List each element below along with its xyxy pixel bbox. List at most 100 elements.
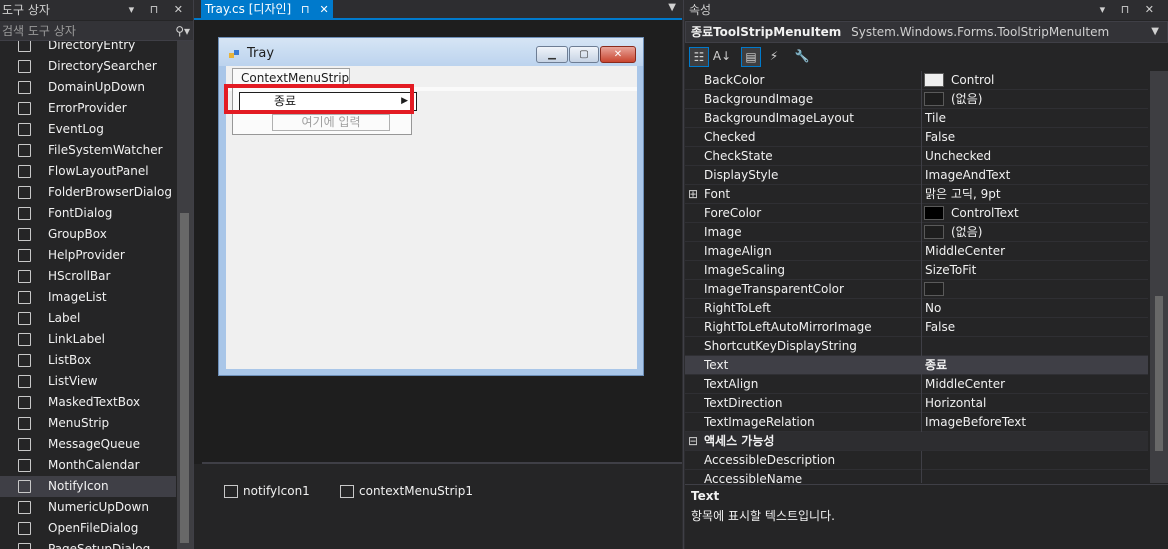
property-row[interactable]: Checked False bbox=[685, 128, 1148, 147]
events-icon[interactable]: ⚡ bbox=[764, 47, 784, 67]
property-value[interactable] bbox=[921, 337, 1148, 356]
toolbox-item[interactable]: OpenFileDialog bbox=[0, 518, 176, 539]
property-value[interactable]: 종료 bbox=[921, 356, 1148, 375]
toolbox-item[interactable]: FontDialog bbox=[0, 203, 176, 224]
properties-window-controls[interactable]: ▾ ⊓ ✕ bbox=[1100, 0, 1160, 20]
type-here-input[interactable]: 여기에 입력 bbox=[272, 114, 390, 131]
toolbox-item[interactable]: MaskedTextBox bbox=[0, 392, 176, 413]
chevron-down-icon[interactable]: ▼ bbox=[1151, 22, 1159, 42]
tab-label: Tray.cs [디자인] bbox=[205, 2, 292, 16]
maximize-button[interactable]: ▢ bbox=[569, 46, 599, 63]
toolbox-item[interactable]: MonthCalendar bbox=[0, 455, 176, 476]
property-value[interactable]: Control bbox=[921, 71, 1148, 90]
property-value[interactable] bbox=[921, 280, 1148, 299]
property-value[interactable]: ImageBeforeText bbox=[921, 413, 1148, 432]
property-value[interactable]: (없음) bbox=[921, 90, 1148, 109]
property-row[interactable]: TextAlign MiddleCenter bbox=[685, 375, 1148, 394]
toolbox-item[interactable]: EventLog bbox=[0, 119, 176, 140]
property-value[interactable]: (없음) bbox=[921, 223, 1148, 242]
chevron-down-icon[interactable]: ▼ bbox=[668, 2, 676, 13]
toolbox-item[interactable]: ImageList bbox=[0, 287, 176, 308]
property-row[interactable]: DisplayStyle ImageAndText bbox=[685, 166, 1148, 185]
property-row[interactable]: ShortcutKeyDisplayString bbox=[685, 337, 1148, 356]
property-row[interactable]: Text 종료 bbox=[685, 356, 1148, 375]
property-row[interactable]: RightToLeft No bbox=[685, 299, 1148, 318]
toolbox-scrollbar[interactable] bbox=[177, 41, 193, 549]
property-row[interactable]: ImageAlign MiddleCenter bbox=[685, 242, 1148, 261]
minimize-button[interactable]: ▁ bbox=[536, 46, 568, 63]
property-category[interactable]: ⊟ 액세스 가능성 bbox=[685, 432, 1148, 451]
property-row[interactable]: RightToLeftAutoMirrorImage False bbox=[685, 318, 1148, 337]
property-value[interactable]: 맑은 고딕, 9pt bbox=[921, 185, 1148, 204]
toolbox-search-input[interactable]: 검색 도구 상자 ⚲▾ bbox=[0, 21, 193, 41]
toolbox-window-controls[interactable]: ▾ ⊓ ✕ bbox=[129, 0, 189, 20]
toolbox-item[interactable]: GroupBox bbox=[0, 224, 176, 245]
property-value[interactable]: SizeToFit bbox=[921, 261, 1148, 280]
property-row[interactable]: TextDirection Horizontal bbox=[685, 394, 1148, 413]
page-setup-dialog-icon bbox=[18, 543, 31, 549]
property-value[interactable]: ImageAndText bbox=[921, 166, 1148, 185]
property-row[interactable]: AccessibleName bbox=[685, 470, 1148, 483]
property-row[interactable]: ImageScaling SizeToFit bbox=[685, 261, 1148, 280]
property-row[interactable]: TextImageRelation ImageBeforeText bbox=[685, 413, 1148, 432]
collapse-icon[interactable]: ⊟ bbox=[685, 432, 701, 451]
toolbox-item[interactable]: PageSetupDialog bbox=[0, 539, 176, 549]
properties-view-icon[interactable]: ▤ bbox=[741, 47, 761, 67]
pin-icon[interactable]: ⊓ bbox=[301, 3, 310, 16]
property-value[interactable]: MiddleCenter bbox=[921, 375, 1148, 394]
toolbox-item[interactable]: FolderBrowserDialog bbox=[0, 182, 176, 203]
property-value[interactable]: MiddleCenter bbox=[921, 242, 1148, 261]
property-value-text: False bbox=[925, 320, 956, 334]
property-value[interactable]: Unchecked bbox=[921, 147, 1148, 166]
property-value[interactable]: ControlText bbox=[921, 204, 1148, 223]
toolbox-scrollbar-thumb[interactable] bbox=[180, 213, 189, 543]
property-grid-scrollbar-thumb[interactable] bbox=[1155, 296, 1163, 451]
toolbox-item[interactable]: HelpProvider bbox=[0, 245, 176, 266]
property-value[interactable] bbox=[921, 470, 1148, 483]
property-row[interactable]: ForeColor ControlText bbox=[685, 204, 1148, 223]
property-row[interactable]: BackgroundImage (없음) bbox=[685, 90, 1148, 109]
toolbox-item[interactable]: NumericUpDown bbox=[0, 497, 176, 518]
property-value[interactable]: No bbox=[921, 299, 1148, 318]
toolbox-item[interactable]: MenuStrip bbox=[0, 413, 176, 434]
toolbox-item[interactable]: ListView bbox=[0, 371, 176, 392]
property-grid-scrollbar[interactable] bbox=[1150, 71, 1168, 483]
property-row[interactable]: ⊞ Font 맑은 고딕, 9pt bbox=[685, 185, 1148, 204]
toolbox-item[interactable]: LinkLabel bbox=[0, 329, 176, 350]
property-row[interactable]: AccessibleDescription bbox=[685, 451, 1148, 470]
property-value[interactable] bbox=[921, 451, 1148, 470]
property-value[interactable]: Tile bbox=[921, 109, 1148, 128]
property-row[interactable]: Image (없음) bbox=[685, 223, 1148, 242]
property-row[interactable]: BackColor Control bbox=[685, 71, 1148, 90]
toolbox-item[interactable]: ErrorProvider bbox=[0, 98, 176, 119]
toolbox-item[interactable]: ListBox bbox=[0, 350, 176, 371]
toolbox-item[interactable]: FlowLayoutPanel bbox=[0, 161, 176, 182]
toolbox-item[interactable]: MessageQueue bbox=[0, 434, 176, 455]
search-icon[interactable]: ⚲▾ bbox=[175, 21, 190, 41]
close-window-button[interactable]: ✕ bbox=[600, 46, 636, 63]
property-pages-icon[interactable]: 🔧 bbox=[792, 47, 812, 67]
property-value[interactable]: False bbox=[921, 128, 1148, 147]
property-value[interactable]: Horizontal bbox=[921, 394, 1148, 413]
form-title-bar: Tray ▁ ▢ ✕ bbox=[219, 38, 643, 66]
categorized-icon[interactable]: ☷ bbox=[689, 47, 709, 67]
toolbox-item[interactable]: Label bbox=[0, 308, 176, 329]
property-value[interactable]: False bbox=[921, 318, 1148, 337]
toolbox-item[interactable]: DirectorySearcher bbox=[0, 56, 176, 77]
property-row[interactable]: ImageTransparentColor bbox=[685, 280, 1148, 299]
close-icon[interactable]: ✕ bbox=[319, 3, 328, 16]
property-row[interactable]: BackgroundImageLayout Tile bbox=[685, 109, 1148, 128]
directory-entry-icon bbox=[18, 41, 31, 52]
toolbox-item[interactable]: HScrollBar bbox=[0, 266, 176, 287]
toolbox-item[interactable]: DirectoryEntry bbox=[0, 41, 176, 56]
toolbox-item[interactable]: FileSystemWatcher bbox=[0, 140, 176, 161]
alphabetical-icon[interactable]: A↓ bbox=[712, 47, 732, 67]
property-row[interactable]: CheckState Unchecked bbox=[685, 147, 1148, 166]
toolbox-item[interactable]: DomainUpDown bbox=[0, 77, 176, 98]
property-value-text: (없음) bbox=[951, 92, 983, 106]
object-selector[interactable]: 종료ToolStripMenuItem System.Windows.Forms… bbox=[685, 21, 1168, 43]
toolbox-item[interactable]: NotifyIcon bbox=[0, 476, 176, 497]
tab-tray-design[interactable]: Tray.cs [디자인] ⊓ ✕ bbox=[201, 0, 333, 18]
color-swatch bbox=[924, 282, 944, 296]
expand-icon[interactable]: ⊞ bbox=[685, 185, 701, 204]
